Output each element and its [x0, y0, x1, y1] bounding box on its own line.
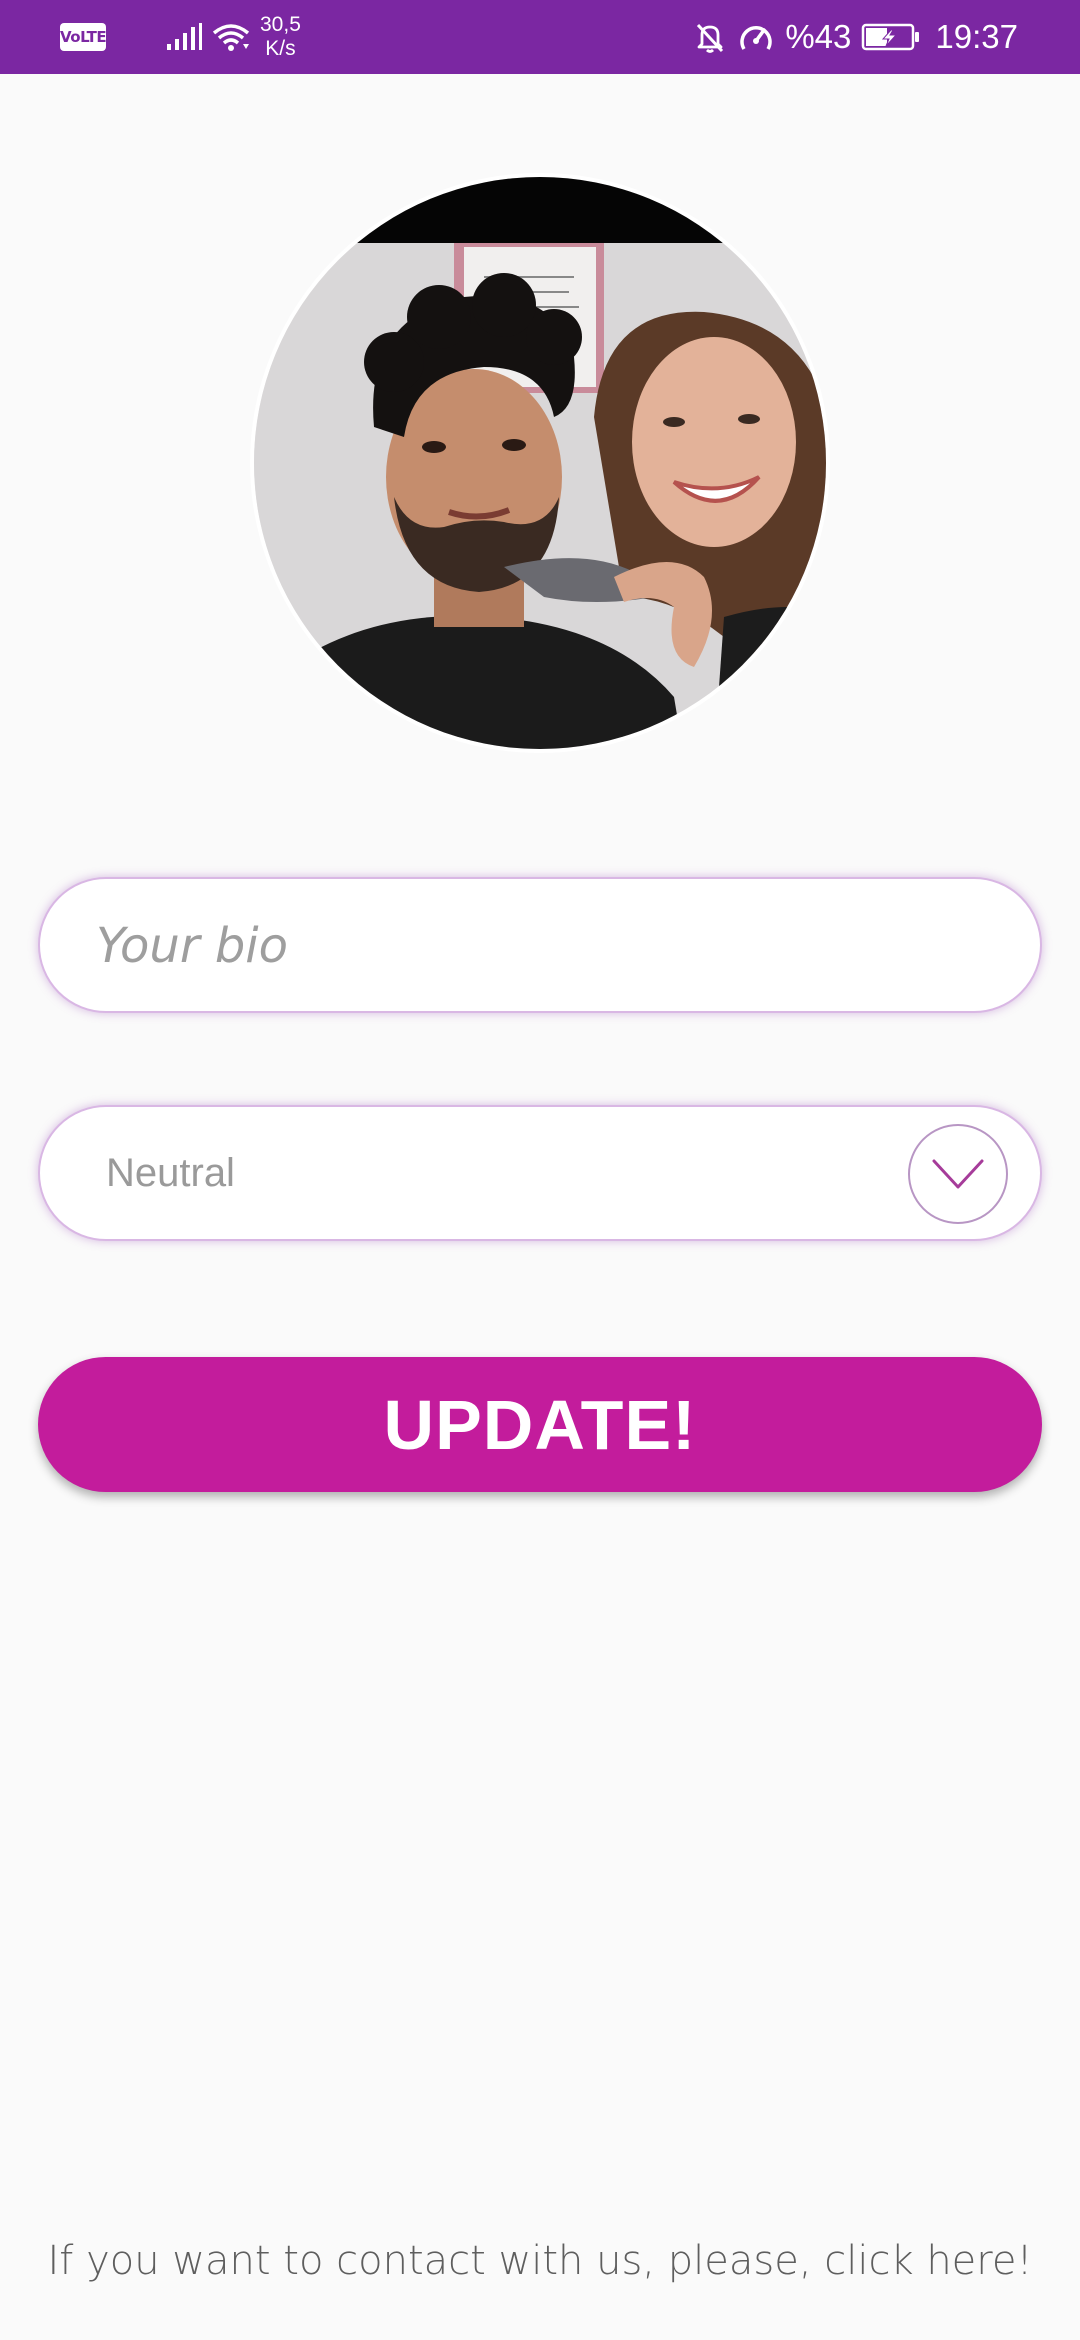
profile-edit-screen: VoLTE 30,5 K/s %43 19:37 Your bio Neutra…: [0, 0, 1080, 2340]
mood-select[interactable]: Neutral: [38, 1105, 1042, 1241]
clock: 19:37: [935, 18, 1018, 55]
signal-icon: [167, 23, 202, 50]
mood-select-value: Neutral: [106, 1151, 235, 1195]
battery-percent: %43: [785, 18, 852, 55]
battery-charging-icon: [862, 23, 920, 51]
contact-link[interactable]: If you want to contact with us, please, …: [0, 2238, 1080, 2284]
dropdown-button[interactable]: [908, 1124, 1008, 1224]
data-saver-icon: [740, 26, 773, 50]
status-bar-left: VoLTE 30,5 K/s: [60, 0, 301, 74]
network-speed: 30,5 K/s: [260, 13, 301, 61]
mute-bell-icon: [697, 23, 724, 53]
bio-field: [38, 877, 1042, 1013]
bio-input[interactable]: [94, 879, 978, 1013]
volte-icon: VoLTE: [60, 23, 107, 51]
network-speed-value: 30,5: [260, 13, 301, 36]
chevron-down-icon: [932, 1159, 984, 1189]
network-speed-unit: K/s: [265, 37, 296, 60]
wifi-icon: [212, 24, 250, 51]
status-bar: VoLTE 30,5 K/s %43 19:37: [0, 0, 1080, 74]
update-button[interactable]: UPDATE!: [38, 1357, 1042, 1492]
status-bar-right: %43 19:37: [693, 0, 1018, 74]
profile-avatar[interactable]: [250, 173, 830, 753]
profile-photo: [254, 177, 826, 749]
